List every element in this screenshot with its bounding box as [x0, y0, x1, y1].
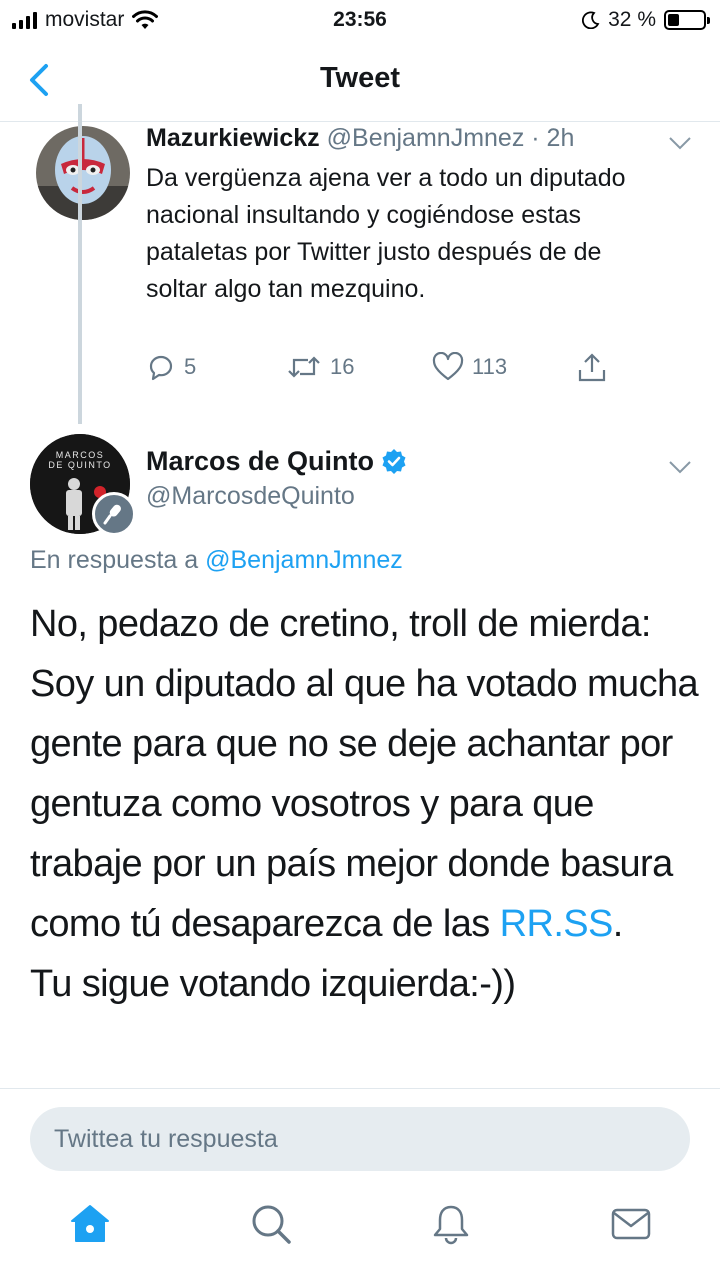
author-name[interactable]: Marcos de Quinto [146, 446, 374, 477]
tweet-time: · 2h [531, 124, 575, 152]
tab-messages[interactable] [609, 1202, 653, 1246]
like-count: 113 [472, 354, 508, 379]
reply-count: 5 [184, 354, 197, 379]
voice-badge [92, 492, 136, 536]
heart-icon [432, 352, 464, 381]
moon-icon [582, 11, 600, 29]
reply-tweet[interactable]: Mazurkiewickz @BenjamnJmnez · 2h Da verg… [0, 122, 720, 422]
search-icon [252, 1205, 291, 1244]
thread-connector-line [78, 104, 82, 424]
tweet-options-button[interactable] [667, 454, 693, 480]
chevron-down-icon [669, 137, 691, 150]
status-bar: movistar 23:56 32 % [0, 0, 720, 40]
tweet-text-closing: Tu sigue votando izquierda:-)) [30, 963, 516, 1005]
reply-tweet-header: Mazurkiewickz @BenjamnJmnez · 2h [146, 124, 574, 153]
battery-percent: 32 % [608, 8, 656, 31]
page-title: Tweet [319, 62, 401, 94]
status-right: 32 % [582, 8, 710, 32]
tweet-options-button[interactable] [667, 130, 693, 156]
author-handle[interactable]: @BenjamnJmnez [327, 124, 525, 152]
svg-text:DE QUINTO: DE QUINTO [48, 460, 111, 470]
envelope-icon [611, 1208, 651, 1240]
verified-badge-icon [382, 448, 406, 474]
home-icon [71, 1205, 109, 1242]
tab-bar [0, 1188, 720, 1281]
retweet-count: 16 [330, 354, 355, 379]
chevron-down-icon [669, 461, 691, 474]
comment-icon [149, 355, 173, 381]
retweet-icon [288, 356, 320, 378]
reply-context: En respuesta a @BenjamnJmnez [30, 546, 403, 575]
tweet-text: No, pedazo de cretino, troll de mierda: … [30, 594, 700, 1014]
nav-bar: Tweet [0, 40, 720, 122]
tab-notifications[interactable] [429, 1202, 473, 1246]
author-name[interactable]: Mazurkiewickz [146, 124, 320, 152]
retweet-button[interactable]: 16 [286, 352, 354, 382]
tweet-actions: 5 16 113 [146, 352, 626, 396]
tweet-text-period: . [612, 903, 624, 945]
reply-prefix: En respuesta a [30, 546, 199, 574]
reply-composer [0, 1088, 720, 1188]
like-button[interactable]: 113 [432, 352, 507, 382]
share-button[interactable] [576, 352, 608, 384]
tab-search[interactable] [249, 1202, 293, 1246]
reply-mention-link[interactable]: @BenjamnJmnez [205, 546, 403, 574]
tweet-text: Da vergüenza ajena ver a todo un diputad… [146, 164, 626, 303]
tweet-text-body: No, pedazo de cretino, troll de mierda: … [30, 603, 699, 945]
reply-input[interactable] [30, 1107, 690, 1171]
author-name-row[interactable]: Marcos de Quinto [146, 446, 408, 477]
share-icon [578, 353, 606, 382]
reply-button[interactable]: 5 [146, 352, 196, 382]
author-handle[interactable]: @MarcosdeQuinto [146, 482, 355, 511]
avatar[interactable] [36, 126, 130, 220]
hashtag-link[interactable]: RR.SS [500, 903, 614, 945]
battery-fill [668, 14, 679, 26]
tab-home[interactable] [68, 1202, 112, 1246]
bell-icon [433, 1205, 469, 1245]
wrestler-mask-avatar-icon [36, 126, 130, 220]
battery-icon [664, 10, 710, 30]
svg-text:MARCOS: MARCOS [56, 450, 105, 460]
microphone-icon [103, 504, 121, 525]
